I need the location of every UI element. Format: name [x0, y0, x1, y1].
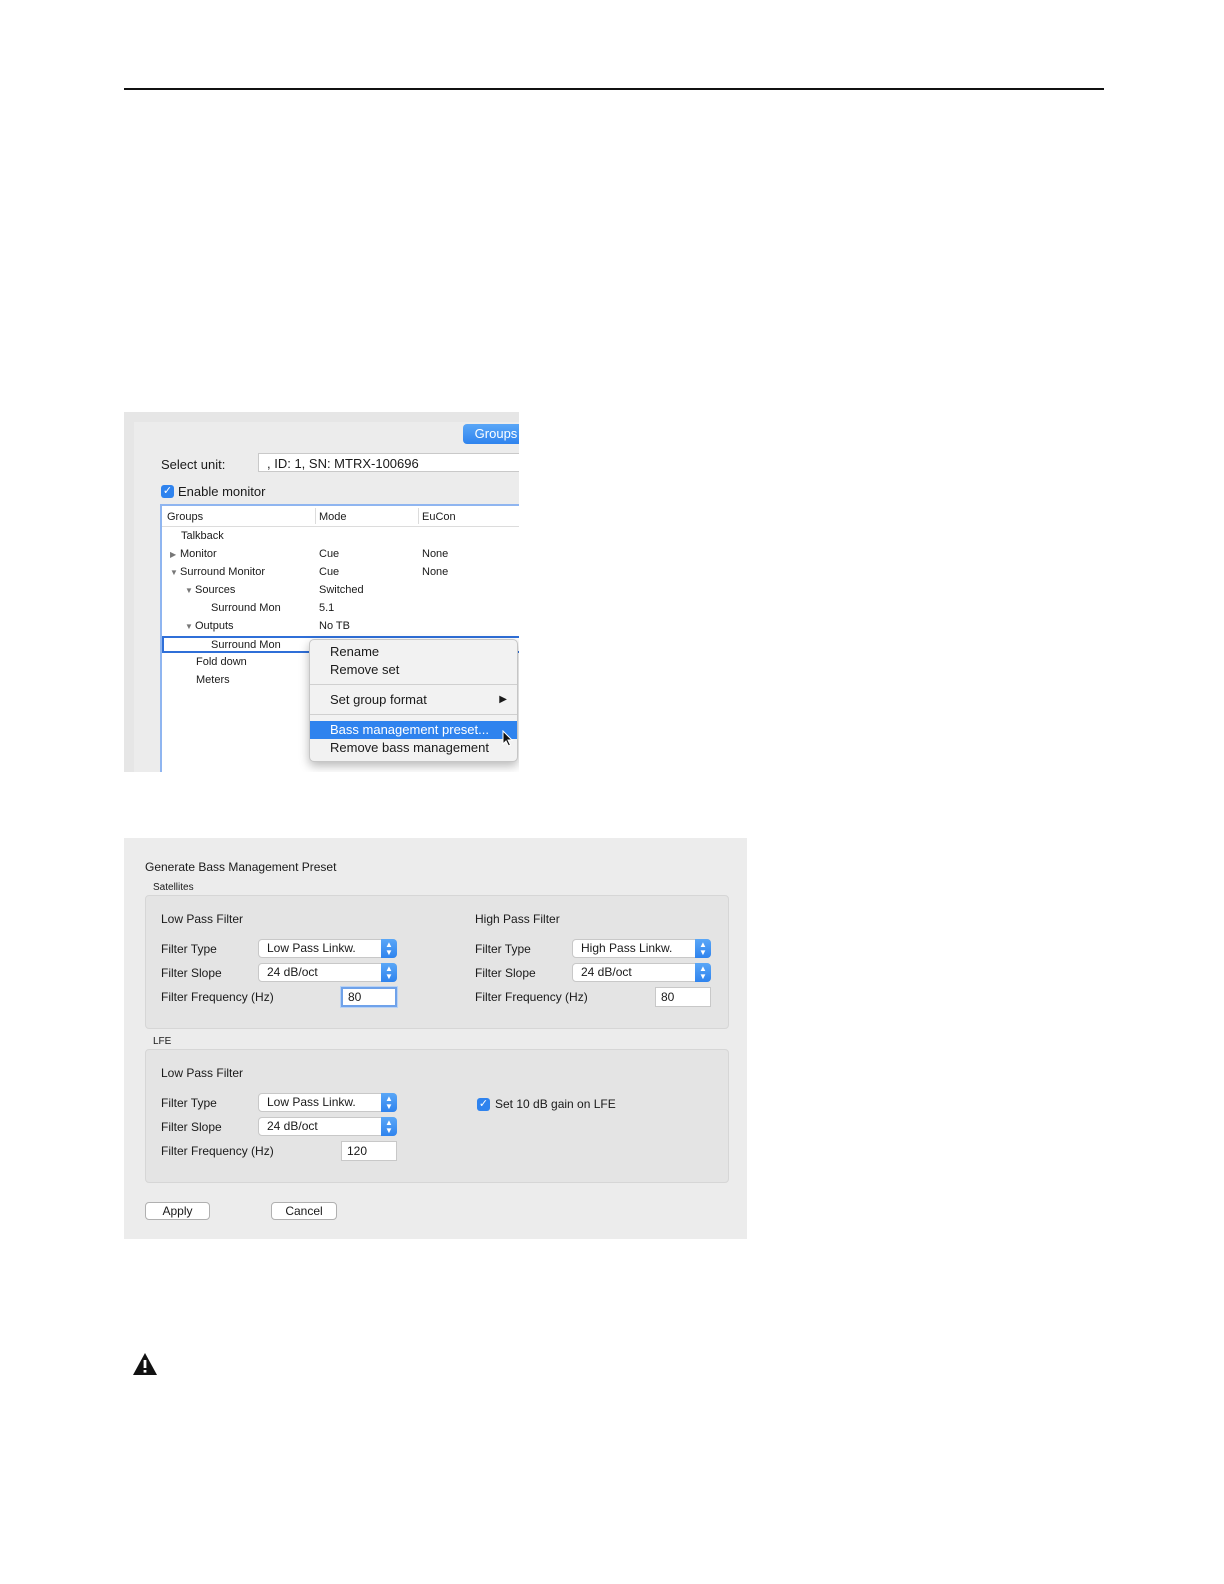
menu-item-bass-management-preset[interactable]: Bass management preset... [310, 721, 517, 739]
satellites-lp-slope-select[interactable]: 24 dB/oct ▲ ▼ [258, 963, 397, 982]
lfe-low-pass-heading: Low Pass Filter [161, 1066, 244, 1080]
row-name: Talkback [181, 530, 224, 542]
lfe-gain-label: Set 10 dB gain on LFE [495, 1097, 616, 1111]
disclosure-triangle-icon[interactable]: ▼ [185, 582, 195, 600]
cancel-button[interactable]: Cancel [271, 1202, 337, 1220]
lfe-gain-checkbox[interactable]: ✓ Set 10 dB gain on LFE [477, 1097, 616, 1111]
row-mode: Switched [319, 584, 364, 596]
tree-row-surround-mon-source[interactable]: Surround Mon 5.1 [162, 599, 519, 617]
column-header-groups[interactable]: Groups [167, 511, 203, 523]
warning-icon [133, 1353, 157, 1375]
satellites-hp-frequency-input[interactable]: 80 [655, 987, 711, 1007]
tree-row-surround-monitor[interactable]: ▼ Surround Monitor Cue None [162, 563, 519, 581]
stepper-icon: ▲ ▼ [381, 939, 397, 958]
select-value: Low Pass Linkw. [267, 941, 356, 955]
filter-type-label: Filter Type [161, 942, 217, 956]
filter-type-label: Filter Type [475, 942, 531, 956]
row-mode: Cue [319, 548, 340, 560]
menu-item-remove-set[interactable]: Remove set [310, 661, 517, 679]
row-mode: Cue [319, 566, 340, 578]
tree-row-outputs[interactable]: ▼ Outputs No TB [162, 617, 519, 635]
select-value: 24 dB/oct [267, 965, 318, 979]
enable-monitor-checkbox[interactable]: ✓ Enable monitor [161, 484, 265, 499]
header-rule [124, 88, 1104, 90]
stepper-icon: ▲ ▼ [695, 963, 711, 982]
filter-frequency-label: Filter Frequency (Hz) [161, 1144, 274, 1158]
filter-slope-label: Filter Slope [161, 1120, 222, 1134]
row-name: Sources [195, 584, 236, 596]
lfe-group: Low Pass Filter Filter Type Filter Slope… [145, 1049, 729, 1183]
satellites-group-label: Satellites [153, 882, 194, 893]
tree-row-sources[interactable]: ▼ Sources Switched [162, 581, 519, 599]
select-value: Low Pass Linkw. [267, 1095, 356, 1109]
row-name: Fold down [196, 656, 247, 668]
menu-item-remove-bass-management[interactable]: Remove bass management [310, 739, 517, 757]
tree-row-talkback[interactable]: Talkback [162, 527, 519, 545]
menu-item-set-group-format[interactable]: Set group format ▶ [310, 691, 517, 709]
satellites-hp-type-select[interactable]: High Pass Linkw. ▲ ▼ [572, 939, 711, 958]
satellites-hp-slope-select[interactable]: 24 dB/oct ▲ ▼ [572, 963, 711, 982]
column-divider [315, 508, 316, 524]
satellites-lp-type-select[interactable]: Low Pass Linkw. ▲ ▼ [258, 939, 397, 958]
disclosure-triangle-icon[interactable]: ▼ [185, 618, 195, 636]
filter-type-label: Filter Type [161, 1096, 217, 1110]
dialog-title: Generate Bass Management Preset [145, 860, 337, 874]
lfe-lp-slope-select[interactable]: 24 dB/oct ▲ ▼ [258, 1117, 397, 1136]
menu-divider [310, 714, 517, 715]
column-header-mode[interactable]: Mode [319, 511, 347, 523]
row-eucon: None [422, 566, 449, 578]
menu-item-label: Set group format [330, 692, 427, 707]
menu-divider [310, 684, 517, 685]
row-eucon: None [422, 548, 449, 560]
apply-button[interactable]: Apply [145, 1202, 210, 1220]
filter-frequency-label: Filter Frequency (Hz) [161, 990, 274, 1004]
groups-panel-screenshot: Groups Select unit: , ID: 1, SN: MTRX-10… [124, 412, 519, 772]
checkbox-checked-icon: ✓ [477, 1097, 490, 1111]
filter-slope-label: Filter Slope [161, 966, 222, 980]
row-name: Monitor [180, 548, 217, 560]
tree-header: Groups Mode EuCon [162, 506, 519, 527]
tree-row-monitor[interactable]: ▶ Monitor Cue None [162, 545, 519, 563]
context-menu: Rename Remove set Set group format ▶ Bas… [309, 639, 518, 762]
row-name: Surround Mon [211, 602, 281, 614]
bass-management-dialog: Generate Bass Management Preset Satellit… [124, 838, 747, 1239]
row-name: Outputs [195, 620, 234, 632]
mouse-cursor-icon [502, 730, 514, 747]
row-mode: No TB [319, 620, 350, 632]
groups-panel: Groups Select unit: , ID: 1, SN: MTRX-10… [134, 422, 519, 772]
select-unit-dropdown[interactable]: , ID: 1, SN: MTRX-100696 [258, 453, 519, 472]
checkbox-checked-icon: ✓ [161, 485, 174, 498]
select-value: 24 dB/oct [581, 965, 632, 979]
satellites-high-pass-heading: High Pass Filter [475, 912, 560, 926]
stepper-icon: ▲ ▼ [381, 1117, 397, 1136]
row-name: Surround Mon [211, 639, 281, 651]
column-divider [418, 508, 419, 524]
lfe-lp-type-select[interactable]: Low Pass Linkw. ▲ ▼ [258, 1093, 397, 1112]
row-name: Meters [196, 674, 230, 686]
lfe-group-label: LFE [153, 1036, 172, 1047]
row-name: Surround Monitor [180, 566, 265, 578]
select-unit-value: , ID: 1, SN: MTRX-100696 [267, 456, 419, 471]
submenu-arrow-icon: ▶ [499, 694, 507, 705]
stepper-icon: ▲ ▼ [381, 963, 397, 982]
stepper-icon: ▲ ▼ [381, 1093, 397, 1112]
satellites-lp-frequency-input[interactable]: 80 [341, 987, 397, 1007]
disclosure-triangle-icon[interactable]: ▶ [170, 546, 180, 564]
select-value: 24 dB/oct [267, 1119, 318, 1133]
tab-groups[interactable]: Groups [463, 424, 519, 444]
filter-frequency-label: Filter Frequency (Hz) [475, 990, 588, 1004]
lfe-lp-frequency-input[interactable]: 120 [341, 1141, 397, 1161]
row-mode: 5.1 [319, 602, 335, 614]
satellites-low-pass-heading: Low Pass Filter [161, 912, 244, 926]
menu-item-rename[interactable]: Rename [310, 643, 517, 661]
select-unit-label: Select unit: [161, 457, 226, 472]
select-value: High Pass Linkw. [581, 941, 673, 955]
stepper-icon: ▲ ▼ [695, 939, 711, 958]
satellites-group: Low Pass Filter Filter Type Filter Slope… [145, 895, 729, 1029]
disclosure-triangle-icon[interactable]: ▼ [170, 564, 180, 582]
filter-slope-label: Filter Slope [475, 966, 536, 980]
enable-monitor-label: Enable monitor [178, 484, 266, 499]
column-header-eucon[interactable]: EuCon [422, 511, 456, 523]
